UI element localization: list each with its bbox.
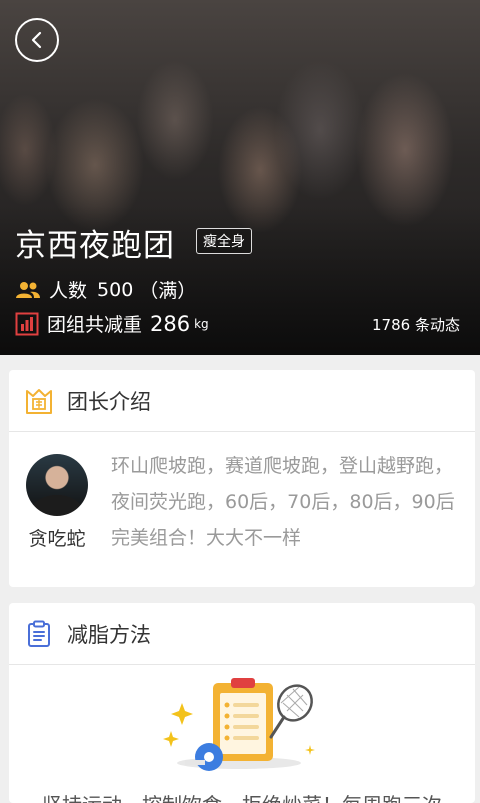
team-tag: 瘦全身 [196,228,252,254]
weight-stat: 团组共减重 286 kg [15,310,209,337]
leader-card: 团长介绍 贪吃蛇 环山爬坡跑，赛道爬坡跑，登山越野跑，夜间荧光跑，60后，70后… [9,370,475,587]
clipboard-icon [28,620,50,647]
chevron-left-icon [31,31,42,49]
back-button[interactable] [15,18,59,62]
leader-name: 贪吃蛇 [28,528,86,550]
leader-profile[interactable]: 贪吃蛇 [25,454,89,556]
weight-label: 团组共减重 [47,314,143,336]
members-label: 人数 [49,280,88,302]
leader-section-title: 团长介绍 [67,389,151,414]
method-card-header: 减脂方法 [9,603,475,665]
method-section-title: 减脂方法 [67,622,151,647]
avatar[interactable] [26,454,88,516]
posts-count: 1786 [372,316,411,334]
method-card: 减脂方法 坚持运动，控制饮食，拒绝炒菜！每周跑三次 [9,603,475,803]
members-stat: 人数 500 （满） [15,276,196,303]
diet-plan-illustration [163,678,315,771]
members-status: （满） [139,280,197,302]
leader-info: 贪吃蛇 环山爬坡跑，赛道爬坡跑，登山越野跑，夜间荧光跑，60后，70后，80后，… [9,432,475,556]
method-illustration [9,665,475,795]
weight-value: 286 [150,311,191,336]
people-icon [16,281,40,298]
leader-card-header: 团长介绍 [9,370,475,432]
members-count: 500 [97,278,134,301]
team-name: 京西夜跑团 [15,228,175,264]
leader-intro: 环山爬坡跑，赛道爬坡跑，登山越野跑，夜间荧光跑，60后，70后，80后，90后完… [111,455,455,549]
team-cover: 京西夜跑团 瘦全身 人数 500 （满） 团组共减重 286 kg 1786 条… [0,0,480,355]
bar-chart-icon [15,312,39,335]
weight-unit: kg [194,316,209,331]
crown-badge-icon [26,388,52,414]
posts-link[interactable]: 1786 条动态 [372,314,460,335]
posts-label: 条动态 [414,316,460,334]
